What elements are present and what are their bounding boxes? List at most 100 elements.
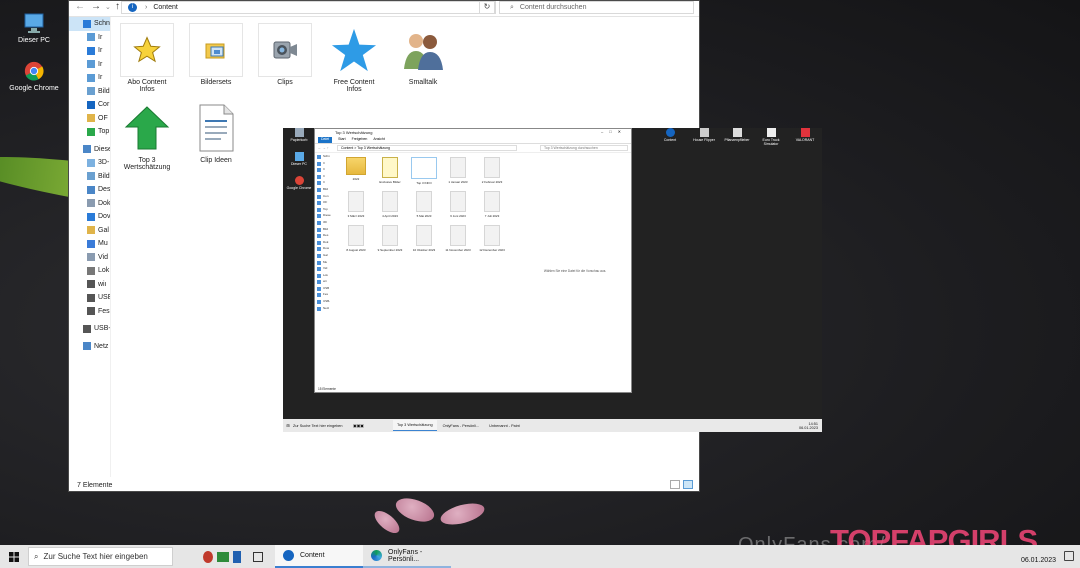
- game-app-icon[interactable]: [203, 550, 213, 563]
- embedded-taskbar-app: Top 3 Wertschätzung: [393, 420, 437, 431]
- taskbar-app-browser[interactable]: OnlyFans - Persönli...: [363, 545, 451, 568]
- taskbar-search-input[interactable]: ⌕ Zur Suche Text hier eingeben: [28, 547, 173, 566]
- nav-item-icon: [87, 307, 95, 316]
- preview-pane-text: Wählen Sie eine Datei für die Vorschau a…: [543, 269, 607, 273]
- nav-item[interactable]: Dok: [69, 197, 110, 211]
- game-app-icon[interactable]: [217, 551, 229, 562]
- embedded-file-label: Exclusive Bilder: [379, 180, 401, 184]
- ribbon-tabs: Datei Start Freigeben Ansicht: [315, 137, 631, 144]
- embedded-file-grid: 2022 Exclusive Bilder Top 3 INFO 1 Januar 2…: [341, 157, 511, 277]
- search-input[interactable]: ⌕ Content durchsuchen: [499, 1, 694, 14]
- forward-arrow-icon[interactable]: →: [91, 1, 101, 12]
- file-label: Free Content Infos: [333, 79, 375, 93]
- document-icon: [484, 157, 500, 178]
- nav-item[interactable]: Ir: [69, 44, 110, 58]
- nav-item-icon: [83, 342, 91, 351]
- nav-item-label: Dok: [98, 199, 110, 207]
- embedded-status-count: 15 Elemente: [318, 387, 336, 391]
- mini-desktop-icon: Google Chrome: [285, 176, 313, 190]
- nav-item[interactable]: Mu: [69, 237, 110, 251]
- chrome-icon: [24, 61, 44, 81]
- nav-item[interactable]: Netz: [69, 340, 110, 354]
- mini-icon-label: Google Chrome: [286, 186, 312, 190]
- nav-item[interactable]: Top: [69, 125, 110, 139]
- file-item[interactable]: Clip Ideen: [188, 101, 244, 164]
- info-icon: i: [128, 3, 137, 12]
- nav-item[interactable]: wiı: [69, 278, 110, 292]
- nav-item[interactable]: Dieser: [69, 143, 110, 157]
- navigation-pane: Schn Ir Ir Ir Ir Bild Cor OF Top Dieser 3D- Bild Des…: [69, 17, 111, 477]
- large-icons-view-button[interactable]: [683, 480, 693, 489]
- taskbar-search-placeholder: Zur Suche Text hier eingeben: [43, 552, 148, 561]
- taskbar-clock[interactable]: 06.01.2023: [1021, 549, 1056, 564]
- embedded-file-item: 7 Juli 2023: [477, 191, 507, 218]
- nav-item[interactable]: Gal: [69, 224, 110, 238]
- embedded-file-label: Top 3 INFO: [416, 181, 432, 185]
- ribbon-tab: Freigeben: [351, 137, 368, 141]
- back-arrow-icon[interactable]: ←: [75, 1, 85, 12]
- document-icon: [411, 157, 437, 179]
- mini-icon-label: Content: [663, 138, 677, 142]
- nav-item[interactable]: Fes: [69, 305, 110, 319]
- embedded-file-label: 9 September 2023: [377, 248, 403, 252]
- window-controls: –□✕: [601, 129, 627, 134]
- taskbar-app-explorer[interactable]: Content: [275, 545, 363, 568]
- details-view-button[interactable]: [670, 480, 680, 489]
- desktop-icon-label: Dieser PC: [18, 37, 50, 44]
- nav-item[interactable]: Ir: [69, 31, 110, 45]
- nav-item[interactable]: Ir: [69, 71, 110, 85]
- document-icon: [450, 191, 466, 212]
- ribbon-tab: Start: [338, 137, 346, 141]
- nav-item[interactable]: Bild: [69, 85, 110, 99]
- desktop-icon-chrome[interactable]: Google Chrome: [4, 60, 64, 92]
- desktop-icon-label: Google Chrome: [9, 85, 59, 92]
- file-item[interactable]: Clips: [257, 23, 313, 86]
- nav-item[interactable]: Bild: [69, 170, 110, 184]
- file-item[interactable]: Free Content Infos: [326, 23, 382, 93]
- nav-item[interactable]: Schn: [69, 17, 110, 31]
- nav-item[interactable]: Ir: [69, 58, 110, 72]
- file-label: Abo Content Infos: [127, 79, 167, 93]
- nav-item[interactable]: USB-: [69, 322, 110, 336]
- nav-item-icon: [87, 172, 95, 181]
- document-icon: [348, 191, 364, 212]
- nav-item[interactable]: Cor: [69, 98, 110, 112]
- address-bar[interactable]: i › Content: [121, 1, 496, 14]
- taskbar-app-label: Content: [300, 552, 325, 559]
- embedded-file-item: 2 Februar 2023: [477, 157, 507, 184]
- refresh-button[interactable]: ↻: [479, 1, 495, 14]
- view-toggle: [670, 480, 693, 489]
- chevron-down-icon[interactable]: ⌄: [105, 3, 111, 11]
- nav-item-icon: [87, 280, 95, 289]
- task-view-icon[interactable]: [253, 551, 263, 562]
- nav-item[interactable]: 3D-: [69, 156, 110, 170]
- file-item[interactable]: Bildersets: [188, 23, 244, 86]
- nav-item-icon: [87, 158, 95, 167]
- nav-item[interactable]: Des: [69, 183, 110, 197]
- file-item[interactable]: Smalltalk: [395, 23, 451, 86]
- nav-item[interactable]: USE: [69, 291, 110, 305]
- nav-item-label: Cor: [98, 101, 110, 109]
- embedded-file-item: 4 April 2023: [375, 191, 405, 218]
- nav-item[interactable]: OF: [69, 112, 110, 126]
- file-item[interactable]: Abo Content Infos: [119, 23, 175, 93]
- folder-icon: [346, 157, 366, 175]
- nav-item[interactable]: Lok: [69, 264, 110, 278]
- nav-item-icon: [87, 33, 95, 42]
- mini-icon-label: Euro Truck Simulator: [762, 138, 780, 146]
- embedded-search-input: Top 3 Wertschätzung durchsuchen: [540, 145, 628, 151]
- taskbar-date: 06.01.2023: [1020, 557, 1056, 564]
- desktop-icon-this-pc[interactable]: Dieser PC: [4, 12, 64, 44]
- up-arrow-icon[interactable]: ↑: [115, 1, 120, 12]
- embedded-file-item: 1 Januar 2023: [443, 157, 473, 184]
- chrome-icon: [294, 176, 304, 185]
- game-app-icon[interactable]: [233, 550, 241, 563]
- nav-item-icon: [87, 185, 95, 194]
- file-item[interactable]: Top 3 Wertschätzung: [119, 101, 175, 171]
- nav-item[interactable]: Dov: [69, 210, 110, 224]
- embedded-nav-pane: Schn Ir Ir Ir Ir Bild Con OF Top Diese 3D Bild Des Do…: [315, 154, 337, 384]
- notification-icon[interactable]: [1064, 551, 1074, 561]
- start-button[interactable]: [0, 545, 28, 568]
- embedded-file-item: 10 Oktober 2023: [409, 225, 439, 252]
- nav-item[interactable]: Vid: [69, 251, 110, 265]
